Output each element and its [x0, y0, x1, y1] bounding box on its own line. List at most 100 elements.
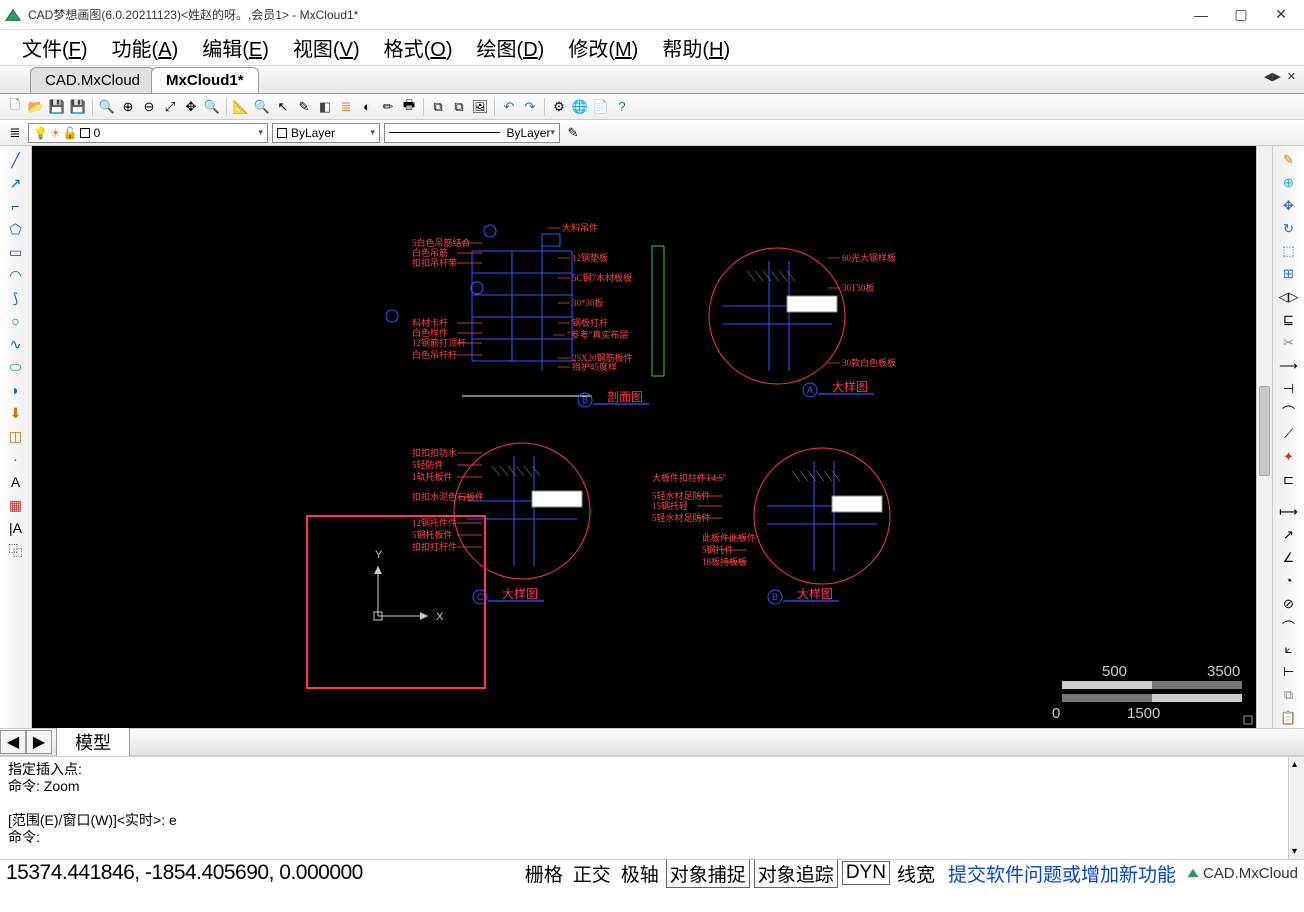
stretch-icon[interactable]: ⊏: [1279, 470, 1299, 490]
status-toggle[interactable]: DYN: [842, 861, 890, 885]
tab-right-button[interactable]: ▶: [26, 730, 52, 754]
menu-item[interactable]: 编辑(E): [192, 31, 279, 64]
web-icon[interactable]: 🌐: [571, 98, 589, 116]
undo-icon[interactable]: ↶: [500, 98, 518, 116]
layer-combo[interactable]: 💡 ☀ 🔓 0 ▾: [28, 123, 268, 143]
maximize-button[interactable]: ▢: [1230, 4, 1252, 26]
trim-icon[interactable]: ✂: [1279, 333, 1299, 353]
explode-icon[interactable]: ✦: [1279, 447, 1299, 467]
dim-continue-icon[interactable]: ⊢: [1279, 662, 1299, 682]
mtext-icon[interactable]: |A: [6, 518, 26, 538]
status-toggle[interactable]: 对象捕捉: [666, 859, 750, 888]
arc2-icon[interactable]: ⟆: [6, 288, 26, 308]
linetype-combo[interactable]: ByLayer ▾: [384, 123, 560, 143]
redo-icon[interactable]: ↷: [521, 98, 539, 116]
feedback-link[interactable]: 提交软件问题或增加新功能: [948, 860, 1176, 887]
new-icon[interactable]: 🗋: [6, 98, 24, 116]
layer-manager-icon[interactable]: ≣: [6, 124, 24, 142]
close-button[interactable]: ✕: [1270, 4, 1292, 26]
break-icon[interactable]: ⊣: [1279, 379, 1299, 399]
settings-icon[interactable]: ⚙: [550, 98, 568, 116]
menu-item[interactable]: 绘图(D): [467, 31, 555, 64]
dim-aligned-icon[interactable]: ↗: [1279, 525, 1299, 545]
menu-item[interactable]: 帮助(H): [652, 31, 740, 64]
zoom-out-icon[interactable]: ⊖: [140, 98, 158, 116]
menu-item[interactable]: 文件(F): [12, 31, 98, 64]
copy2-icon[interactable]: ⧉: [1279, 685, 1299, 705]
plot-icon[interactable]: 🖶: [400, 98, 418, 116]
select-icon[interactable]: ↖: [274, 98, 292, 116]
hatch-icon[interactable]: ⿻: [6, 541, 26, 561]
table-icon[interactable]: ▦: [6, 495, 26, 515]
make-block-icon[interactable]: ◫: [6, 426, 26, 446]
edit-icon[interactable]: ✎: [295, 98, 313, 116]
status-toggle[interactable]: 栅格: [522, 860, 566, 887]
dim-radius-icon[interactable]: ◔: [1279, 571, 1299, 591]
menu-item[interactable]: 功能(A): [102, 31, 189, 64]
status-toggle[interactable]: 对象追踪: [754, 859, 838, 888]
properties-icon[interactable]: ◧: [316, 98, 334, 116]
zoom-realtime-icon[interactable]: 🔍: [203, 98, 221, 116]
circle-icon[interactable]: ○: [6, 311, 26, 331]
open-icon[interactable]: 📂: [27, 98, 45, 116]
menu-item[interactable]: 视图(V): [283, 31, 370, 64]
polyline-icon[interactable]: ⌐: [6, 196, 26, 216]
erase-icon[interactable]: ✎: [1279, 150, 1299, 170]
document-tab[interactable]: CAD.MxCloud: [30, 67, 155, 93]
link1-icon[interactable]: ⧉: [429, 98, 447, 116]
dim-ordinate-icon[interactable]: ⟀: [1279, 639, 1299, 659]
dim-angular-icon[interactable]: ∠: [1279, 548, 1299, 568]
menu-item[interactable]: 格式(O): [374, 31, 463, 64]
arc-icon[interactable]: ◠: [6, 265, 26, 285]
model-tab[interactable]: 模型: [56, 726, 130, 758]
pdf-icon[interactable]: 📄: [592, 98, 610, 116]
ellipse-icon[interactable]: ⬭: [6, 357, 26, 377]
move-icon[interactable]: ✥: [1279, 196, 1299, 216]
extend-icon[interactable]: ⟶: [1279, 356, 1299, 376]
save-icon[interactable]: 💾: [48, 98, 66, 116]
vertical-scrollbar[interactable]: [1256, 146, 1272, 728]
status-toggle[interactable]: 正交: [570, 860, 614, 887]
gradient-icon[interactable]: ◐: [358, 98, 376, 116]
offset-icon[interactable]: ⊑: [1279, 310, 1299, 330]
rectangle-icon[interactable]: ▭: [6, 242, 26, 262]
link2-icon[interactable]: ⧉: [450, 98, 468, 116]
dim-diameter-icon[interactable]: ⊘: [1279, 594, 1299, 614]
image-icon[interactable]: 🖼: [471, 98, 489, 116]
status-toggle[interactable]: 极轴: [618, 860, 662, 887]
search-icon[interactable]: 🔍: [253, 98, 271, 116]
document-tab[interactable]: MxCloud1*: [151, 67, 259, 93]
command-area[interactable]: 指定插入点: 命令: Zoom [范围(E)/窗口(W)]<实时>: e 命令:: [0, 756, 1304, 860]
minimize-button[interactable]: —: [1190, 4, 1212, 26]
fillet-icon[interactable]: ⌒: [1279, 402, 1299, 422]
tab-nav-prev-icon[interactable]: ◀▶: [1262, 70, 1283, 83]
brush-icon[interactable]: ✏: [379, 98, 397, 116]
scale-icon[interactable]: ⬚: [1279, 242, 1299, 262]
point-icon[interactable]: ·: [6, 449, 26, 469]
line-icon[interactable]: ╱: [6, 150, 26, 170]
menu-item[interactable]: 修改(M): [558, 31, 648, 64]
zoom-window-icon[interactable]: 🔍: [98, 98, 116, 116]
dim-arc-icon[interactable]: ⌒: [1279, 616, 1299, 636]
chamfer-icon[interactable]: ⟋: [1279, 425, 1299, 445]
measure-icon[interactable]: 📐: [232, 98, 250, 116]
pan-icon[interactable]: ✥: [182, 98, 200, 116]
paste-icon[interactable]: 📋: [1279, 708, 1299, 728]
copy-icon[interactable]: ⊕: [1279, 173, 1299, 193]
spline-icon[interactable]: ∿: [6, 334, 26, 354]
insert-block-icon[interactable]: ⬇: [6, 403, 26, 423]
xline-icon[interactable]: ↗: [6, 173, 26, 193]
status-toggle[interactable]: 线宽: [894, 860, 938, 887]
zoom-extents-icon[interactable]: ⤢: [161, 98, 179, 116]
saveall-icon[interactable]: 💾: [69, 98, 87, 116]
rotate-icon[interactable]: ↻: [1279, 219, 1299, 239]
mirror-icon[interactable]: ◁▷: [1279, 287, 1299, 307]
array-icon[interactable]: ⊞: [1279, 264, 1299, 284]
color-combo[interactable]: ByLayer ▾: [272, 123, 380, 143]
command-scrollbar[interactable]: [1288, 757, 1304, 859]
polygon-icon[interactable]: ⬠: [6, 219, 26, 239]
tab-left-button[interactable]: ◀: [0, 730, 26, 754]
layers-icon[interactable]: ≣: [337, 98, 355, 116]
tab-close-icon[interactable]: ✕: [1285, 70, 1298, 83]
help-icon[interactable]: ?: [613, 98, 631, 116]
